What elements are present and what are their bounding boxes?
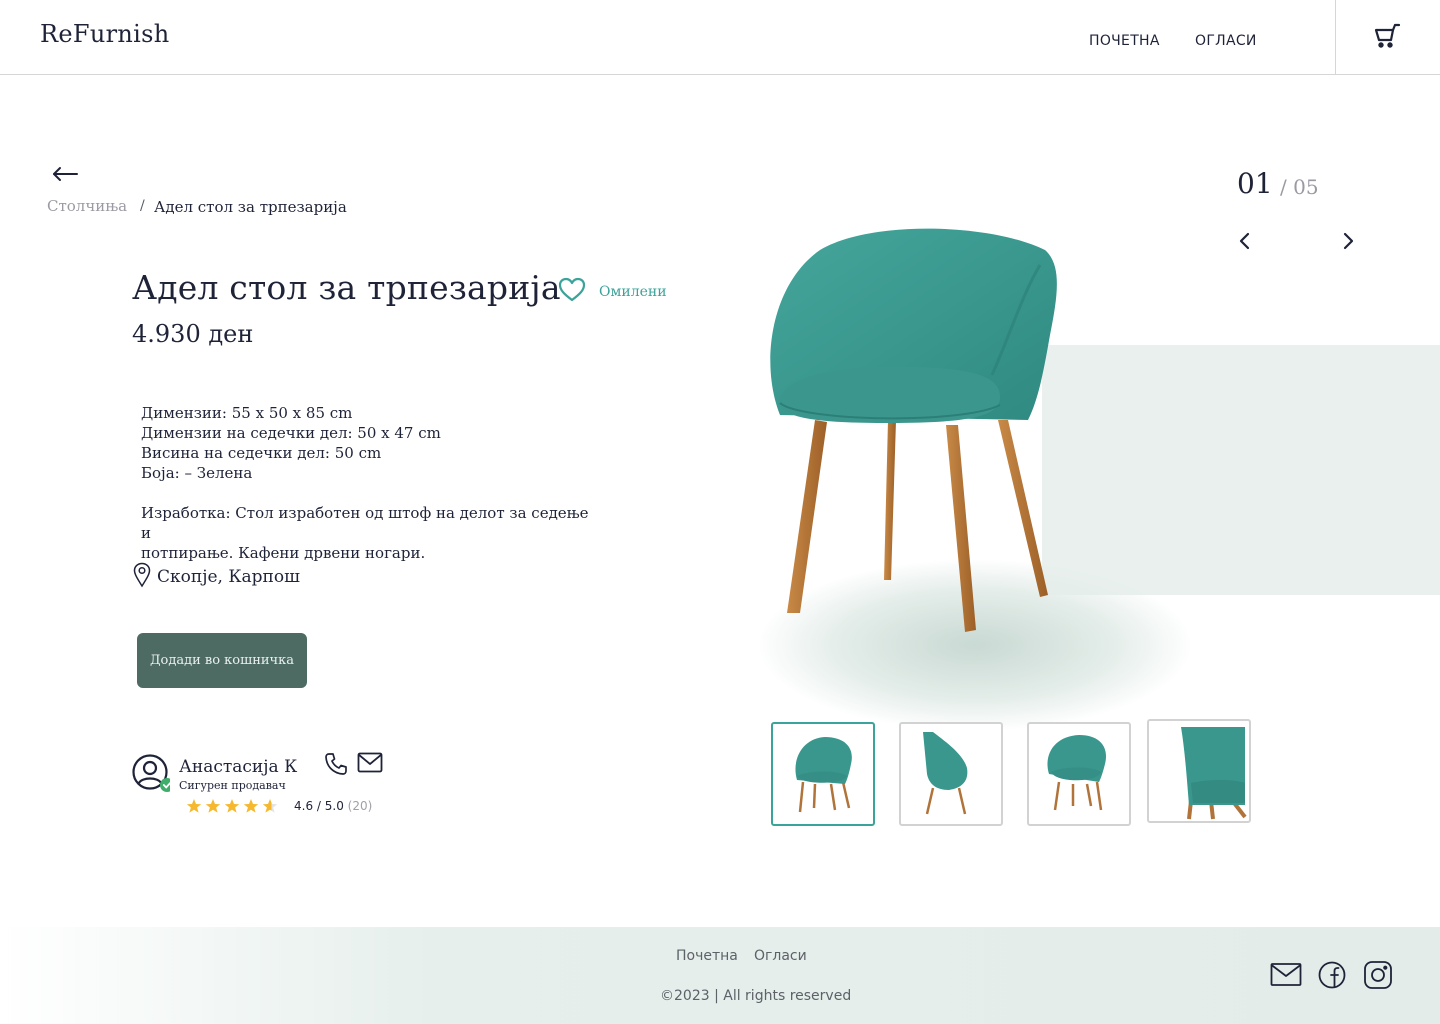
breadcrumb-separator: /: [140, 198, 145, 214]
favorite-label: Омилени: [599, 284, 667, 300]
seller-rating-stars: [186, 798, 278, 814]
thumbnail-chair-closeup[interactable]: [1147, 719, 1251, 823]
location-text: Скопје, Карпош: [157, 567, 300, 587]
thumbnail-chair-front-small[interactable]: [1027, 722, 1131, 826]
rating-count: (20): [347, 799, 373, 813]
breadcrumb-parent-link[interactable]: Столчиња: [47, 197, 127, 215]
footer-ads-link[interactable]: Огласи: [754, 948, 807, 964]
description-line-2: потпирање. Кафени дрвени ногари.: [141, 544, 426, 562]
mail-icon[interactable]: [357, 752, 383, 774]
product-title: Адел стол за трпезарија: [132, 268, 561, 307]
copyright-text: ©2023 | All rights reserved: [660, 988, 852, 1004]
add-to-cart-button[interactable]: Додади во кошничка: [137, 633, 307, 688]
cart-icon[interactable]: [1372, 22, 1404, 54]
location-pin-icon: [133, 562, 151, 592]
seller-rating-text: 4.6 / 5.0 (20): [294, 799, 372, 813]
product-location: Скопје, Карпош: [133, 562, 300, 592]
header-divider: [1335, 0, 1336, 74]
site-header: ReFurnish ПОЧЕТНА ОГЛАСИ: [0, 0, 1440, 75]
spec-dimensions: Димензии: 55 x 50 x 85 cm: [141, 404, 353, 422]
gallery-current-index: 01: [1237, 167, 1273, 200]
thumbnail-chair-front[interactable]: [771, 722, 875, 826]
verified-seller-badge: Сигурен продавач: [179, 779, 286, 792]
instagram-icon[interactable]: [1363, 960, 1395, 990]
rating-score: 4.6 / 5.0: [294, 799, 344, 813]
logo[interactable]: ReFurnish: [40, 20, 169, 48]
spec-seat-height: Висина на седечки дел: 50 cm: [141, 444, 382, 462]
nav-home-link[interactable]: ПОЧЕТНА: [1089, 33, 1160, 49]
nav-ads-link[interactable]: ОГЛАСИ: [1195, 33, 1257, 49]
facebook-icon[interactable]: [1317, 960, 1349, 990]
star-icon: [205, 799, 221, 813]
spec-color: Боја: – Зелена: [141, 464, 253, 482]
phone-icon[interactable]: [324, 752, 348, 776]
product-specs: Димензии: 55 x 50 x 85 cm Димензии на се…: [141, 403, 601, 563]
footer-mail-icon[interactable]: [1270, 962, 1302, 992]
image-backdrop-panel: [1042, 345, 1440, 595]
product-price: 4.930 ден: [132, 320, 254, 348]
back-arrow-icon[interactable]: [50, 160, 82, 188]
site-footer: Почетна Огласи ©2023 | All rights reserv…: [0, 927, 1440, 1024]
seller-name[interactable]: Анастасија К: [179, 757, 297, 777]
product-main-image: [760, 225, 1070, 635]
chevron-right-icon[interactable]: [1337, 230, 1359, 252]
star-icon: [262, 799, 278, 813]
footer-home-link[interactable]: Почетна: [676, 948, 738, 964]
spec-seat-dimensions: Димензии на седечки дел: 50 x 47 cm: [141, 424, 441, 442]
favorite-button[interactable]: Омилени: [558, 277, 667, 307]
gallery-total-count: / 05: [1280, 175, 1319, 199]
heart-icon: [558, 277, 586, 307]
thumbnail-chair-side[interactable]: [899, 722, 1003, 826]
breadcrumb-current: Адел стол за трпезарија: [154, 198, 347, 216]
star-icon: [243, 799, 259, 813]
star-icon: [186, 799, 202, 813]
chevron-left-icon[interactable]: [1234, 230, 1256, 252]
star-icon: [224, 799, 240, 813]
seller-avatar[interactable]: [132, 754, 174, 792]
description-line-1: Изработка: Стол изработен од штоф на дел…: [141, 504, 589, 542]
